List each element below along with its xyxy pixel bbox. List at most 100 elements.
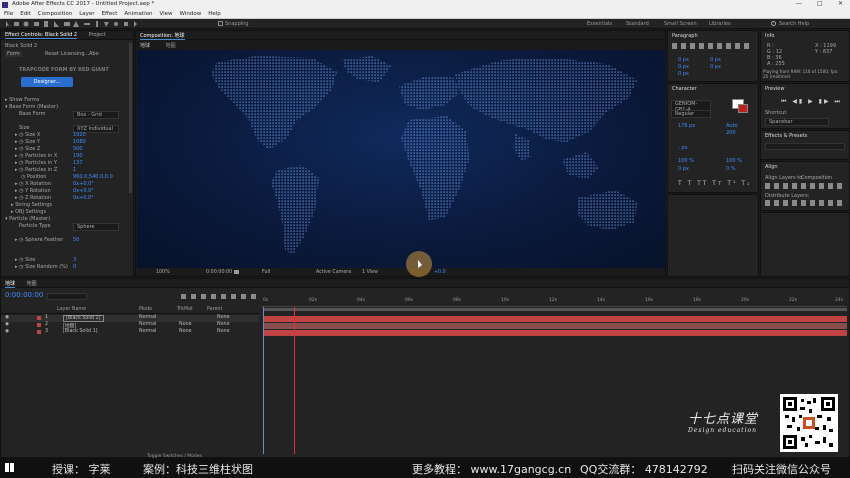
layer-trkmat[interactable]: None [179,329,192,334]
alignment-icons[interactable] [672,43,752,49]
playhead[interactable] [294,307,295,454]
snapping-checkbox[interactable] [218,21,223,26]
layer-duration-bar[interactable] [263,316,847,322]
tab-timeline-earth[interactable]: 地球 [5,281,16,288]
layer-parent[interactable]: None [217,315,230,320]
layer-duration-bar[interactable] [263,323,847,329]
property-row[interactable]: ▸ ◷ X Rotation 0x+0.0° [15,181,94,187]
layer-duration-bar[interactable] [263,330,847,336]
label-color[interactable] [37,330,41,334]
tab-effect-controls[interactable]: Effect Controls: Black Solid 2 [5,32,78,39]
playback-controls[interactable]: ⏮ ◀▮ ▶ ▮▶ ⏭ [781,98,842,106]
menu-view[interactable]: View [159,11,172,17]
property-row[interactable]: Particle Type Sphere [19,223,119,231]
property-row[interactable]: ▸ ◷ Z Rotation 0x+0.0° [15,195,94,201]
tab-timeline-map[interactable]: 地图 [27,281,37,287]
property-row[interactable]: ▾ Particle (Master) [5,216,50,222]
camera-icon[interactable] [234,270,239,274]
workspace-libraries[interactable]: Libraries [709,21,731,27]
property-row[interactable]: ▸ ◷ Size 3 [15,257,76,263]
work-area-bar[interactable] [263,308,847,311]
property-row[interactable]: ◷ Position 960.0,540.0,0.0 [21,174,113,180]
property-row[interactable]: ▸ ◷ Particles in Z1 [15,167,76,173]
property-row[interactable]: ▾ Base Form (Master) [5,104,58,110]
maximize-button[interactable]: □ [817,0,823,7]
label-color[interactable] [37,316,41,320]
visibility-icon[interactable]: ◉ [5,322,9,327]
menu-file[interactable]: File [4,11,13,17]
windows-start-icon[interactable] [5,463,14,472]
particle-type-dropdown[interactable]: Sphere [73,223,119,231]
layer-name[interactable]: [地图] [63,322,76,329]
tab-composition[interactable]: Composition: 地球 [140,33,185,40]
layer-trkmat[interactable]: None [179,322,192,327]
leading-value[interactable]: - px [678,145,688,151]
effect-controls-scrollbar[interactable] [129,43,132,193]
align-buttons[interactable] [765,183,845,189]
workspace-essentials[interactable]: Essentials [587,21,612,27]
effects-search-input[interactable] [765,143,845,150]
search-help-input[interactable]: Search Help [779,21,809,27]
property-row[interactable]: ▸ ◷ Size Y 1080 [15,139,86,145]
exposure-value[interactable]: +0.0 [434,270,446,275]
subtab-map[interactable]: 地图 [166,43,176,49]
property-row[interactable]: ▸ ◷ Particles in Y 137 [15,160,83,166]
property-row[interactable]: ▸ ◷ Sphere Feather 50 [15,237,79,243]
tool-icons[interactable] [4,20,164,28]
minimize-button[interactable]: — [796,0,802,7]
layer-mode[interactable]: Normal [139,315,156,320]
fx-name[interactable]: Form [5,51,22,57]
kerning-value[interactable]: Auto [726,123,738,129]
font-style-dropdown[interactable]: Regular [671,110,711,118]
menu-effect[interactable]: Effect [102,11,118,17]
subtab-earth[interactable]: 地球 [140,43,150,49]
align-target-dropdown[interactable]: Composition [801,175,832,181]
property-row[interactable]: ▸ ◷ Size Z 500 [15,146,83,152]
horizontal-scale-value[interactable]: 100 % [726,158,742,164]
property-row[interactable]: ▸ OBJ Settings [11,209,46,215]
layer-search-input[interactable] [47,293,87,300]
licensing-button[interactable]: Licensing... [61,51,89,57]
menu-edit[interactable]: Edit [20,11,31,17]
indent-left[interactable]: 0 px [678,57,689,63]
menu-window[interactable]: Window [180,11,202,17]
composition-canvas[interactable] [137,50,666,268]
layer-row[interactable]: ◉ 2 [地图] Normal None None [1,322,259,329]
property-row[interactable]: ▸ ◷ Y Rotation 0x+0.0° [15,188,94,194]
space-before[interactable]: 0 px [710,64,721,70]
property-row[interactable]: ▸ ◷ Size X 1920 [15,132,86,138]
close-button[interactable]: ✕ [838,0,843,7]
menu-layer[interactable]: Layer [79,11,94,17]
stroke-color-swatch[interactable] [738,104,748,113]
shortcut-dropdown[interactable]: Spacebar [765,118,829,126]
workspace-standard[interactable]: Standard [626,21,649,27]
time-ruler[interactable]: 0s 02s 04s 06s 08s 10s 12s 14s 16s 18s 2… [261,297,847,307]
visibility-icon[interactable]: ◉ [5,315,9,320]
font-size-value[interactable]: 176 px [678,123,695,129]
tracking-value[interactable]: 200 [726,130,736,136]
property-row[interactable]: Size XYZ Individual [19,125,119,133]
visibility-icon[interactable]: ◉ [5,329,9,334]
property-row[interactable]: ▸ String Settings [11,202,52,208]
layer-name[interactable]: [Black Solid 1] [63,329,98,334]
layer-row[interactable]: ◉ 3 [Black Solid 1] Normal None None [1,329,259,336]
property-row[interactable]: ▸ ◷ Size Random (%) 0 [15,264,76,270]
distribute-buttons[interactable] [765,200,845,206]
property-row[interactable]: ▸ ◷ Particles in X 190 [15,153,83,159]
workspace-small-screen[interactable]: Small Screen [664,21,697,27]
layer-parent[interactable]: None [217,322,230,327]
layer-name[interactable]: [Black Solid 2] [63,315,104,322]
layer-mode[interactable]: Normal [139,329,156,334]
label-color[interactable] [37,323,41,327]
space-after[interactable]: 0 px [678,71,689,77]
reset-button[interactable]: Reset [45,51,59,57]
tab-project[interactable]: Project [89,32,106,38]
menu-help[interactable]: Help [208,11,221,17]
timeline-switch-icons[interactable] [181,294,259,299]
menu-composition[interactable]: Composition [38,11,72,17]
vertical-scale-value[interactable]: 100 % [678,158,694,164]
designer-button[interactable]: Designer... [21,77,73,87]
resolution-dropdown[interactable]: Full [262,270,270,275]
baseline-shift-value[interactable]: 0 px [678,166,689,172]
about-button[interactable]: Abo [89,51,99,57]
